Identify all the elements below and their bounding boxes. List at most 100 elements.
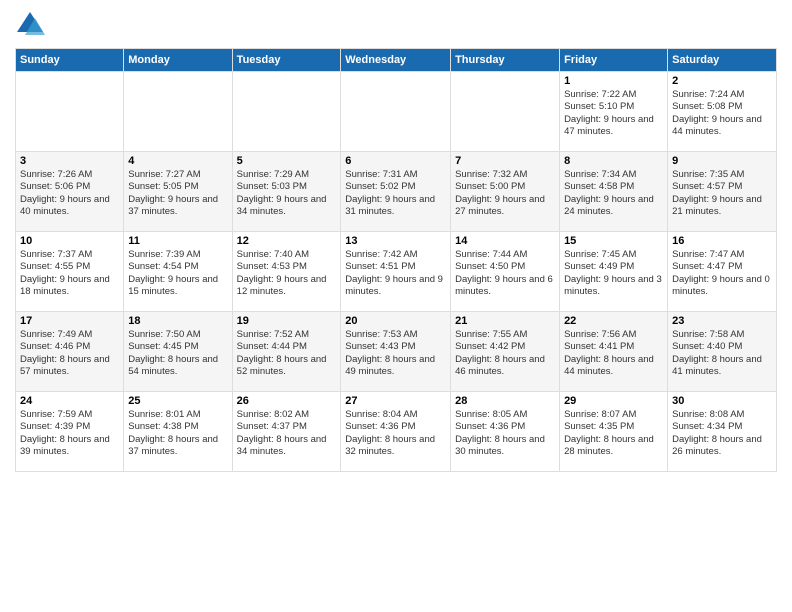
day-info: Sunrise: 7:42 AMSunset: 4:51 PMDaylight:… [345, 249, 446, 298]
calendar-week-1: 1 Sunrise: 7:22 AMSunset: 5:10 PMDaylight… [16, 72, 777, 152]
calendar-cell: 30Sunrise: 8:08 AMSunset: 4:34 PMDayligh… [668, 392, 777, 472]
day-number: 5 [237, 155, 337, 167]
day-number: 14 [455, 235, 555, 247]
day-info: Sunrise: 7:31 AMSunset: 5:02 PMDaylight:… [345, 169, 446, 218]
day-info: Sunrise: 7:24 AMSunset: 5:08 PMDaylight:… [672, 89, 772, 138]
calendar-cell: 22 Sunrise: 7:56 AMSunset: 4:41 PMDayligh… [560, 312, 668, 392]
calendar-cell: 20 Sunrise: 7:53 AMSunset: 4:43 PMDayligh… [341, 312, 451, 392]
calendar-cell: 19 Sunrise: 7:52 AMSunset: 4:44 PMDayligh… [232, 312, 341, 392]
day-number: 12 [237, 235, 337, 247]
day-info: Sunrise: 7:26 AMSunset: 5:06 PMDaylight:… [20, 169, 119, 218]
day-number: 2 [672, 75, 772, 87]
day-info: Sunrise: 7:53 AMSunset: 4:43 PMDaylight:… [345, 329, 446, 378]
day-number: 25 [128, 395, 227, 407]
calendar-header-friday: Friday [560, 49, 668, 72]
day-number: 11 [128, 235, 227, 247]
day-info: Sunrise: 7:35 AMSunset: 4:57 PMDaylight:… [672, 169, 772, 218]
day-number: 4 [128, 155, 227, 167]
calendar-cell: 23Sunrise: 7:58 AMSunset: 4:40 PMDayligh… [668, 312, 777, 392]
day-info: Sunrise: 7:39 AMSunset: 4:54 PMDaylight:… [128, 249, 227, 298]
day-number: 29 [564, 395, 663, 407]
day-number: 17 [20, 315, 119, 327]
day-number: 10 [20, 235, 119, 247]
day-info: Sunrise: 8:01 AMSunset: 4:38 PMDaylight:… [128, 409, 227, 458]
calendar-header-saturday: Saturday [668, 49, 777, 72]
day-number: 20 [345, 315, 446, 327]
day-info: Sunrise: 7:52 AMSunset: 4:44 PMDaylight:… [237, 329, 337, 378]
calendar-cell: 24Sunrise: 7:59 AMSunset: 4:39 PMDayligh… [16, 392, 124, 472]
day-info: Sunrise: 7:22 AMSunset: 5:10 PMDaylight:… [564, 89, 663, 138]
calendar-cell [124, 72, 232, 152]
calendar-cell: 26Sunrise: 8:02 AMSunset: 4:37 PMDayligh… [232, 392, 341, 472]
calendar-cell: 1 Sunrise: 7:22 AMSunset: 5:10 PMDaylight… [560, 72, 668, 152]
calendar-cell: 10 Sunrise: 7:37 AMSunset: 4:55 PMDayligh… [16, 232, 124, 312]
day-info: Sunrise: 8:02 AMSunset: 4:37 PMDaylight:… [237, 409, 337, 458]
calendar-week-2: 3 Sunrise: 7:26 AMSunset: 5:06 PMDaylight… [16, 152, 777, 232]
logo-icon [15, 10, 45, 40]
day-number: 19 [237, 315, 337, 327]
day-info: Sunrise: 7:44 AMSunset: 4:50 PMDaylight:… [455, 249, 555, 298]
calendar-header-wednesday: Wednesday [341, 49, 451, 72]
header [15, 10, 777, 40]
day-info: Sunrise: 7:40 AMSunset: 4:53 PMDaylight:… [237, 249, 337, 298]
calendar-cell [341, 72, 451, 152]
calendar-cell: 4 Sunrise: 7:27 AMSunset: 5:05 PMDaylight… [124, 152, 232, 232]
day-number: 3 [20, 155, 119, 167]
calendar-cell: 27Sunrise: 8:04 AMSunset: 4:36 PMDayligh… [341, 392, 451, 472]
day-number: 23 [672, 315, 772, 327]
calendar-header-sunday: Sunday [16, 49, 124, 72]
day-number: 24 [20, 395, 119, 407]
calendar-header-row: SundayMondayTuesdayWednesdayThursdayFrid… [16, 49, 777, 72]
calendar-cell: 25 Sunrise: 8:01 AMSunset: 4:38 PMDayligh… [124, 392, 232, 472]
day-number: 6 [345, 155, 446, 167]
calendar-cell: 12 Sunrise: 7:40 AMSunset: 4:53 PMDayligh… [232, 232, 341, 312]
day-info: Sunrise: 7:49 AMSunset: 4:46 PMDaylight:… [20, 329, 119, 378]
calendar-cell: 29 Sunrise: 8:07 AMSunset: 4:35 PMDayligh… [560, 392, 668, 472]
calendar-cell: 18 Sunrise: 7:50 AMSunset: 4:45 PMDayligh… [124, 312, 232, 392]
calendar-week-4: 17 Sunrise: 7:49 AMSunset: 4:46 PMDayligh… [16, 312, 777, 392]
calendar-cell: 3 Sunrise: 7:26 AMSunset: 5:06 PMDaylight… [16, 152, 124, 232]
day-number: 18 [128, 315, 227, 327]
day-number: 16 [672, 235, 772, 247]
calendar-cell: 28Sunrise: 8:05 AMSunset: 4:36 PMDayligh… [451, 392, 560, 472]
page: SundayMondayTuesdayWednesdayThursdayFrid… [0, 0, 792, 612]
day-number: 22 [564, 315, 663, 327]
day-info: Sunrise: 7:34 AMSunset: 4:58 PMDaylight:… [564, 169, 663, 218]
day-info: Sunrise: 7:47 AMSunset: 4:47 PMDaylight:… [672, 249, 772, 298]
logo [15, 10, 49, 40]
calendar-cell: 5 Sunrise: 7:29 AMSunset: 5:03 PMDaylight… [232, 152, 341, 232]
day-info: Sunrise: 7:50 AMSunset: 4:45 PMDaylight:… [128, 329, 227, 378]
day-info: Sunrise: 7:29 AMSunset: 5:03 PMDaylight:… [237, 169, 337, 218]
calendar-cell: 15 Sunrise: 7:45 AMSunset: 4:49 PMDayligh… [560, 232, 668, 312]
calendar-header-monday: Monday [124, 49, 232, 72]
calendar-cell [451, 72, 560, 152]
calendar-cell: 17 Sunrise: 7:49 AMSunset: 4:46 PMDayligh… [16, 312, 124, 392]
calendar-cell: 8Sunrise: 7:34 AMSunset: 4:58 PMDaylight… [560, 152, 668, 232]
day-info: Sunrise: 7:37 AMSunset: 4:55 PMDaylight:… [20, 249, 119, 298]
day-info: Sunrise: 7:32 AMSunset: 5:00 PMDaylight:… [455, 169, 555, 218]
calendar-cell: 11 Sunrise: 7:39 AMSunset: 4:54 PMDayligh… [124, 232, 232, 312]
calendar-cell: 6 Sunrise: 7:31 AMSunset: 5:02 PMDaylight… [341, 152, 451, 232]
day-number: 9 [672, 155, 772, 167]
day-number: 13 [345, 235, 446, 247]
calendar-cell: 21Sunrise: 7:55 AMSunset: 4:42 PMDayligh… [451, 312, 560, 392]
day-info: Sunrise: 7:27 AMSunset: 5:05 PMDaylight:… [128, 169, 227, 218]
calendar-cell: 13 Sunrise: 7:42 AMSunset: 4:51 PMDayligh… [341, 232, 451, 312]
calendar-table: SundayMondayTuesdayWednesdayThursdayFrid… [15, 48, 777, 472]
calendar-cell [232, 72, 341, 152]
day-info: Sunrise: 8:07 AMSunset: 4:35 PMDaylight:… [564, 409, 663, 458]
calendar-cell: 14 Sunrise: 7:44 AMSunset: 4:50 PMDayligh… [451, 232, 560, 312]
day-number: 27 [345, 395, 446, 407]
day-number: 15 [564, 235, 663, 247]
day-info: Sunrise: 7:45 AMSunset: 4:49 PMDaylight:… [564, 249, 663, 298]
day-number: 30 [672, 395, 772, 407]
day-number: 28 [455, 395, 555, 407]
calendar-cell: 2 Sunrise: 7:24 AMSunset: 5:08 PMDaylight… [668, 72, 777, 152]
day-info: Sunrise: 7:56 AMSunset: 4:41 PMDaylight:… [564, 329, 663, 378]
calendar-week-3: 10 Sunrise: 7:37 AMSunset: 4:55 PMDayligh… [16, 232, 777, 312]
day-number: 1 [564, 75, 663, 87]
calendar-header-thursday: Thursday [451, 49, 560, 72]
day-number: 21 [455, 315, 555, 327]
calendar-cell [16, 72, 124, 152]
calendar-cell: 16 Sunrise: 7:47 AMSunset: 4:47 PMDayligh… [668, 232, 777, 312]
